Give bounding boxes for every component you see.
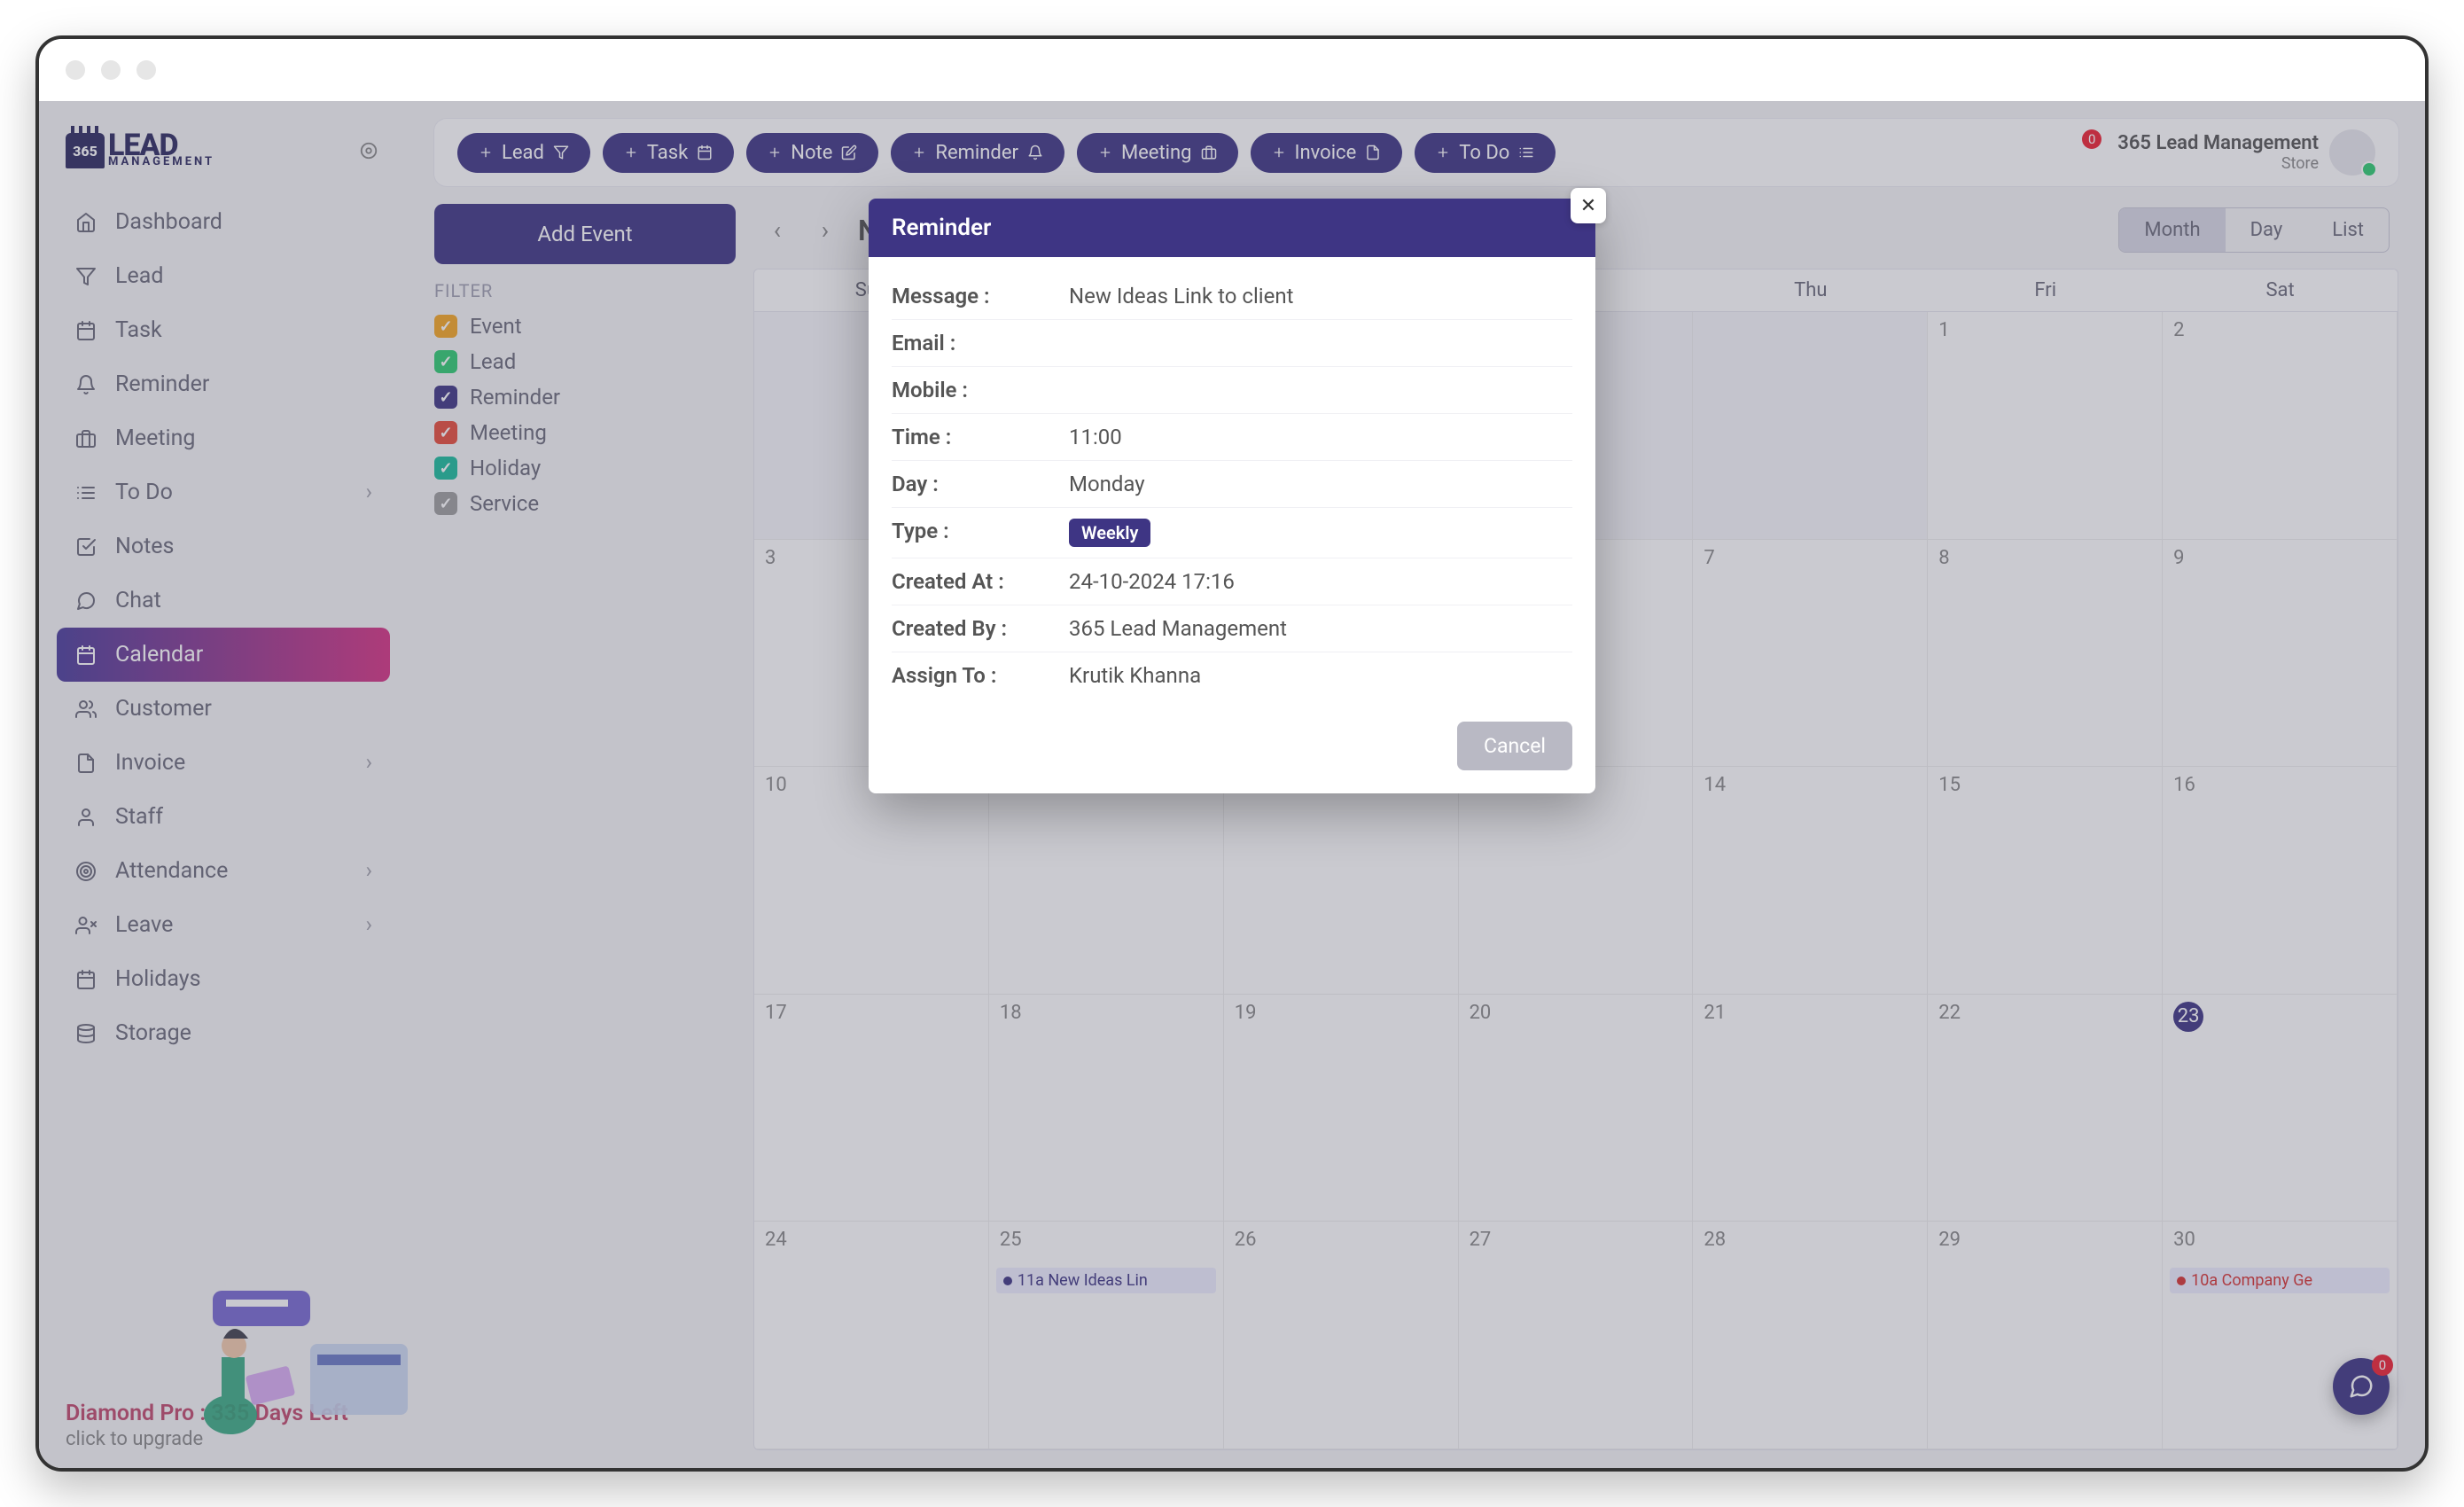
traffic-light[interactable] xyxy=(136,60,156,80)
modal-value: 11:00 xyxy=(1069,425,1122,449)
modal-close-button[interactable]: ✕ xyxy=(1571,188,1606,223)
window-titlebar xyxy=(39,39,2425,101)
modal-value: Monday xyxy=(1069,472,1145,496)
modal-label: Assign To : xyxy=(892,663,1069,688)
modal-label: Time : xyxy=(892,425,1069,449)
modal-row: Mobile : xyxy=(892,367,1572,414)
modal-row: Day :Monday xyxy=(892,461,1572,508)
modal-overlay[interactable]: ✕ Reminder Message :New Ideas Link to cl… xyxy=(39,101,2425,1468)
modal-label: Created At : xyxy=(892,569,1069,594)
modal-label: Message : xyxy=(892,284,1069,308)
modal-title: Reminder xyxy=(869,199,1595,257)
modal-label: Type : xyxy=(892,519,1069,547)
modal-label: Created By : xyxy=(892,616,1069,641)
modal-row: Time :11:00 xyxy=(892,414,1572,461)
modal-row: Email : xyxy=(892,320,1572,367)
cancel-button[interactable]: Cancel xyxy=(1457,722,1572,770)
traffic-light[interactable] xyxy=(66,60,85,80)
modal-label: Email : xyxy=(892,331,1069,355)
modal-value: 365 Lead Management xyxy=(1069,616,1287,641)
modal-row: Assign To :Krutik Khanna xyxy=(892,652,1572,699)
type-tag: Weekly xyxy=(1069,519,1150,547)
modal-row: Created By :365 Lead Management xyxy=(892,605,1572,652)
modal-row: Message :New Ideas Link to client xyxy=(892,273,1572,320)
modal-row: Created At :24-10-2024 17:16 xyxy=(892,558,1572,605)
traffic-light[interactable] xyxy=(101,60,121,80)
modal-label: Mobile : xyxy=(892,378,1069,402)
modal-value: Krutik Khanna xyxy=(1069,663,1201,688)
modal-label: Day : xyxy=(892,472,1069,496)
modal-row: Type :Weekly xyxy=(892,508,1572,558)
reminder-modal: ✕ Reminder Message :New Ideas Link to cl… xyxy=(869,199,1595,793)
modal-value: 24-10-2024 17:16 xyxy=(1069,569,1235,594)
modal-value: New Ideas Link to client xyxy=(1069,284,1293,308)
